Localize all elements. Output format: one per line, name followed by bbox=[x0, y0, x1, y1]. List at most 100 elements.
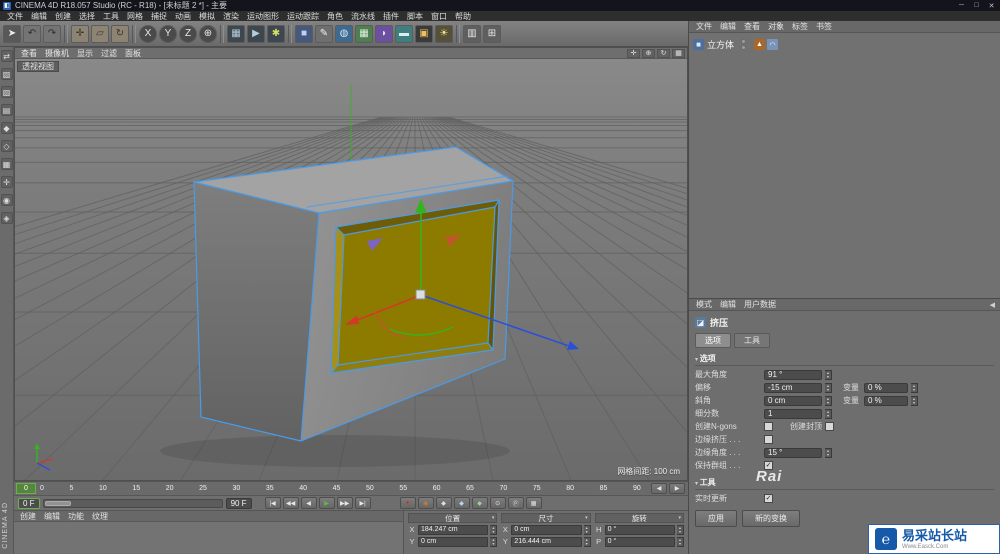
object-name[interactable]: 立方体 bbox=[707, 38, 734, 51]
tab-tool[interactable]: 工具 bbox=[734, 333, 770, 348]
position-header[interactable]: 位置 bbox=[408, 513, 497, 523]
menu-item[interactable]: 编辑 bbox=[27, 11, 51, 22]
menu-item[interactable]: 文件 bbox=[3, 11, 27, 22]
autokey-button[interactable]: ◉ bbox=[418, 497, 434, 509]
end-frame-field[interactable]: 90 F bbox=[226, 498, 252, 509]
subdivision-field[interactable]: 1 bbox=[764, 409, 822, 419]
attr-menu-item[interactable]: 用户数据 bbox=[740, 299, 780, 310]
polygon-selection-tag-icon[interactable]: ▲ bbox=[754, 39, 765, 50]
model-mode-icon[interactable]: ▧ bbox=[1, 68, 13, 80]
record-keyframe-button[interactable]: ● bbox=[400, 497, 416, 509]
minimize-button[interactable]: ─ bbox=[956, 2, 967, 10]
timeline-slider[interactable] bbox=[43, 499, 223, 508]
view-label[interactable]: 透视视图 bbox=[17, 61, 59, 72]
polygons-mode-icon[interactable]: ▦ bbox=[1, 158, 13, 170]
x-axis-lock-button[interactable]: X bbox=[139, 25, 157, 43]
om-menu-item[interactable]: 编辑 bbox=[716, 21, 740, 32]
edges-mode-icon[interactable]: ◇ bbox=[1, 140, 13, 152]
menu-item[interactable]: 捕捉 bbox=[147, 11, 171, 22]
object-manager[interactable]: ■ 立方体 ▲◠ bbox=[689, 33, 1000, 299]
menu-item[interactable]: 帮助 bbox=[451, 11, 475, 22]
menu-item[interactable]: 插件 bbox=[379, 11, 403, 22]
material-list-area[interactable] bbox=[14, 522, 403, 553]
texture-mode-icon[interactable]: ▨ bbox=[1, 86, 13, 98]
visibility-dots[interactable] bbox=[741, 39, 746, 50]
z-axis-lock-button[interactable]: Z bbox=[179, 25, 197, 43]
menu-item[interactable]: 运动图形 bbox=[243, 11, 283, 22]
om-menu-item[interactable]: 对象 bbox=[764, 21, 788, 32]
next-keyframe-button[interactable]: ▶ bbox=[669, 483, 685, 494]
layout-button[interactable]: ⊞ bbox=[483, 25, 501, 43]
play-button[interactable]: ▶ bbox=[319, 497, 335, 509]
om-menu-item[interactable]: 书签 bbox=[812, 21, 836, 32]
next-frame-button[interactable]: ▶▶ bbox=[337, 497, 353, 509]
render-view-button[interactable]: ▦ bbox=[227, 25, 245, 43]
playback-options-button[interactable]: Ⓟ bbox=[508, 497, 524, 509]
menu-item[interactable]: 脚本 bbox=[403, 11, 427, 22]
bevel-field[interactable]: 0 cm bbox=[764, 396, 822, 406]
gizmo-center-handle[interactable] bbox=[416, 290, 425, 299]
om-menu-item[interactable]: 查看 bbox=[740, 21, 764, 32]
viewport-menu-item[interactable]: 过滤 bbox=[97, 48, 121, 59]
prev-keyframe-button[interactable]: ◀ bbox=[651, 483, 667, 494]
viewport-solo-icon[interactable]: ◉ bbox=[1, 194, 13, 206]
max-angle-field[interactable]: 91 ° bbox=[764, 370, 822, 380]
workplane-mode-icon[interactable]: ▤ bbox=[1, 104, 13, 116]
viewport-menu-item[interactable]: 查看 bbox=[17, 48, 41, 59]
viewport-menu-item[interactable]: 摄像机 bbox=[41, 48, 73, 59]
redo-icon[interactable]: ↷ bbox=[43, 25, 61, 43]
material-menu-item[interactable]: 纹理 bbox=[88, 511, 112, 522]
new-transform-button[interactable]: 新的变换 bbox=[742, 510, 800, 527]
position-y-field[interactable]: 0 cm bbox=[418, 537, 488, 547]
parameter-record-icon[interactable]: ⊙ bbox=[490, 497, 506, 509]
stepper-icon[interactable] bbox=[825, 370, 832, 380]
stepper-icon[interactable] bbox=[825, 448, 832, 458]
rotation-header[interactable]: 旋转 bbox=[595, 513, 684, 523]
material-menu-item[interactable]: 功能 bbox=[64, 511, 88, 522]
y-axis-lock-button[interactable]: Y bbox=[159, 25, 177, 43]
undo-icon[interactable]: ↶ bbox=[23, 25, 41, 43]
caps-checkbox[interactable] bbox=[825, 422, 834, 431]
material-menu-item[interactable]: 编辑 bbox=[40, 511, 64, 522]
viewport-canvas[interactable] bbox=[15, 59, 687, 480]
menu-item[interactable]: 动画 bbox=[171, 11, 195, 22]
render-settings-button[interactable]: ✱ bbox=[267, 25, 285, 43]
menu-item[interactable]: 窗口 bbox=[427, 11, 451, 22]
menu-item[interactable]: 流水线 bbox=[347, 11, 379, 22]
stepper-icon[interactable] bbox=[490, 537, 497, 547]
stepper-icon[interactable] bbox=[911, 396, 918, 406]
keyframe-rotation-icon[interactable]: ◆ bbox=[472, 497, 488, 509]
section-tool[interactable]: 工具 bbox=[695, 476, 994, 490]
subdivision-surface-button[interactable]: ◍ bbox=[335, 25, 353, 43]
stepper-icon[interactable] bbox=[825, 396, 832, 406]
stepper-icon[interactable] bbox=[677, 537, 684, 547]
camera-button[interactable]: ▣ bbox=[415, 25, 433, 43]
menu-item[interactable]: 渲染 bbox=[219, 11, 243, 22]
size-y-field[interactable]: 216.444 cm bbox=[511, 537, 581, 547]
pan-view-icon[interactable]: ✛ bbox=[627, 49, 640, 58]
prev-frame-button[interactable]: ◀ bbox=[301, 497, 317, 509]
add-cube-button[interactable]: ■ bbox=[295, 25, 313, 43]
realtime-checkbox[interactable]: ✓ bbox=[764, 494, 773, 503]
enable-axis-icon[interactable]: ✛ bbox=[1, 176, 13, 188]
menu-item[interactable]: 角色 bbox=[323, 11, 347, 22]
offset-field[interactable]: -15 cm bbox=[764, 383, 822, 393]
viewport-menu-item[interactable]: 面板 bbox=[121, 48, 145, 59]
ngons-checkbox[interactable] bbox=[764, 422, 773, 431]
array-button[interactable]: ▦ bbox=[355, 25, 373, 43]
rotate-view-icon[interactable]: ↻ bbox=[657, 49, 670, 58]
keyframe-position-icon[interactable]: ◆ bbox=[436, 497, 452, 509]
edge-extrude-checkbox[interactable] bbox=[764, 435, 773, 444]
goto-start-button[interactable]: |◀ bbox=[265, 497, 281, 509]
goto-end-button[interactable]: ▶| bbox=[355, 497, 371, 509]
attr-menu-item[interactable]: 编辑 bbox=[716, 299, 740, 310]
stepper-icon[interactable] bbox=[825, 383, 832, 393]
rotation-p-field[interactable]: 0 ° bbox=[605, 537, 675, 547]
cube-object-icon[interactable]: ■ bbox=[693, 39, 704, 50]
solo-animation-button[interactable]: ▦ bbox=[526, 497, 542, 509]
scale-tool-icon[interactable]: ▱ bbox=[91, 25, 109, 43]
menu-item[interactable]: 工具 bbox=[99, 11, 123, 22]
current-frame-marker[interactable]: 0 bbox=[16, 483, 36, 494]
slider-handle[interactable] bbox=[45, 501, 71, 506]
stepper-icon[interactable] bbox=[584, 537, 591, 547]
